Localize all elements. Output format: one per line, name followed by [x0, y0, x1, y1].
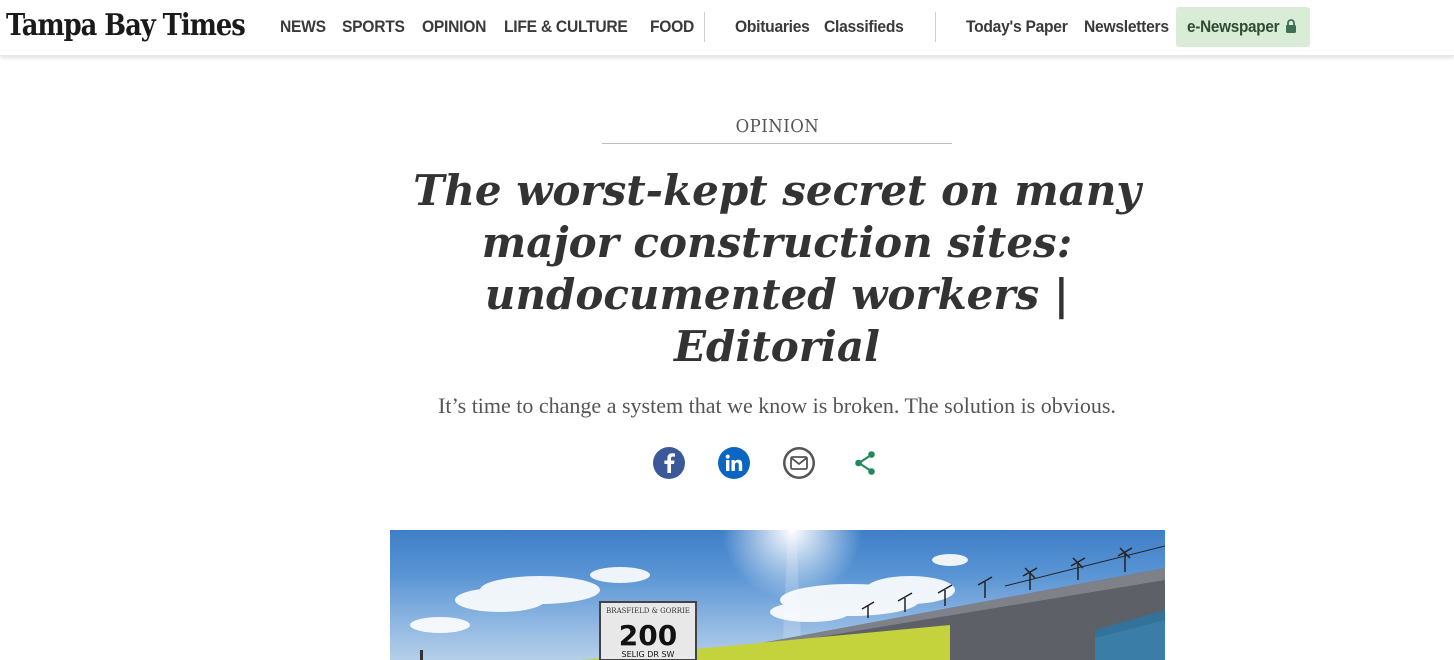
hero-image: BRASFIELD & GORRIE 200 SELIG DR SW — [390, 530, 1165, 660]
linkedin-icon — [725, 454, 743, 471]
sign-company: BRASFIELD & GORRIE — [606, 607, 690, 615]
nav-opinion[interactable]: OPINION — [422, 17, 486, 37]
utility-nav: Today's Paper Newsletters — [966, 0, 1185, 54]
enewspaper-label: e-Newspaper — [1187, 17, 1280, 36]
enewspaper-button[interactable]: e-Newspaper — [1176, 7, 1310, 47]
lock-icon — [1286, 19, 1296, 33]
article-subhead: It’s time to change a system that we kno… — [438, 393, 1116, 418]
linkedin-share-button[interactable] — [718, 447, 750, 479]
facebook-share-button[interactable] — [653, 447, 685, 479]
facebook-icon — [664, 453, 675, 473]
site-header: Tampa Bay Times NEWS SPORTS OPINION LIFE… — [0, 0, 1454, 56]
section-label[interactable]: OPINION — [602, 116, 952, 144]
nav-newsletters[interactable]: Newsletters — [1084, 17, 1169, 37]
section-label-text: OPINION — [735, 116, 819, 137]
email-share-button[interactable] — [783, 447, 815, 479]
main-nav: NEWS SPORTS OPINION LIFE & CULTURE FOOD — [280, 0, 710, 54]
nav-food[interactable]: FOOD — [650, 17, 694, 37]
nav-todays-paper[interactable]: Today's Paper — [966, 17, 1068, 37]
secondary-nav: Obituaries Classifieds — [735, 0, 919, 54]
email-icon — [785, 449, 813, 477]
nav-classifieds[interactable]: Classifieds — [824, 17, 904, 37]
share-button[interactable] — [849, 447, 881, 479]
share-icon — [855, 451, 875, 475]
nav-life-culture[interactable]: LIFE & CULTURE — [504, 17, 628, 37]
nav-sports[interactable]: SPORTS — [342, 17, 405, 37]
sign-street: SELIG DR SW — [622, 650, 675, 659]
article-headline: The worst-kept secret on many major cons… — [413, 166, 1141, 371]
sign-number: 200 — [619, 619, 677, 652]
nav-divider — [704, 12, 705, 42]
construction-site-illustration: BRASFIELD & GORRIE 200 SELIG DR SW — [410, 530, 1165, 660]
nav-news[interactable]: NEWS — [280, 17, 326, 37]
nav-obituaries[interactable]: Obituaries — [735, 17, 810, 37]
site-logo[interactable]: Tampa Bay Times — [6, 8, 246, 43]
nav-divider — [935, 12, 936, 42]
